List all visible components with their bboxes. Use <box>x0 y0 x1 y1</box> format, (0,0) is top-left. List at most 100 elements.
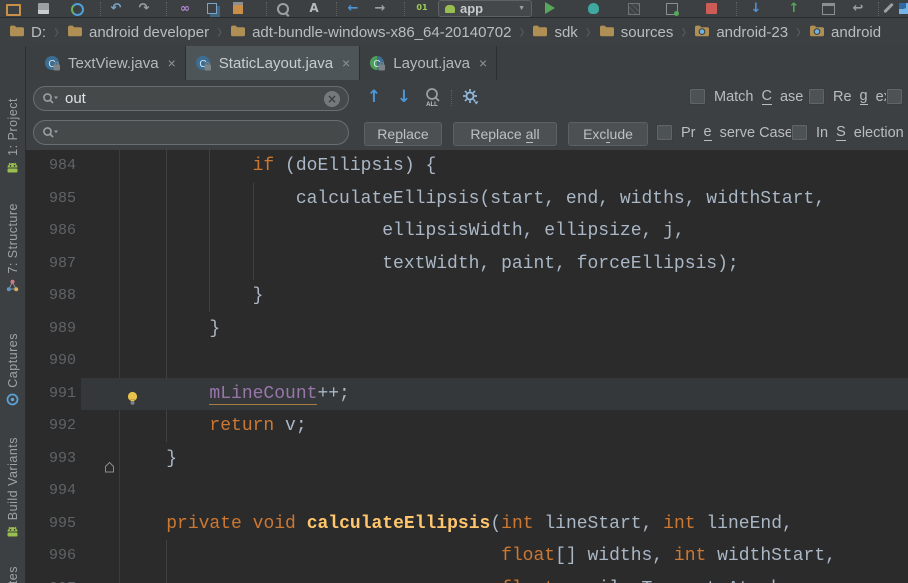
forward-icon[interactable]: → <box>372 1 388 16</box>
label-text: ll <box>533 126 540 142</box>
breadcrumb-separator-icon: › <box>54 19 59 43</box>
breadcrumb-item[interactable]: android <box>809 24 881 41</box>
preserve-case-checkbox[interactable]: Pr e serve Case <box>656 124 793 141</box>
line-number[interactable]: 986 <box>26 215 76 248</box>
settings-wrench-icon[interactable] <box>883 2 894 14</box>
regex-checkbox[interactable]: Re g ex <box>808 88 891 105</box>
line-number[interactable]: 985 <box>26 183 76 216</box>
search-field[interactable]: × <box>33 86 349 111</box>
label-text: election <box>853 124 904 141</box>
line-number[interactable]: 993 <box>26 443 76 476</box>
line-number[interactable]: 997 <box>26 573 76 583</box>
previous-occurrence-icon[interactable]: ↑ <box>364 85 384 110</box>
save-all-icon[interactable] <box>38 3 49 14</box>
tab-staticlayout-java[interactable]: C StaticLayout.java × <box>185 46 361 80</box>
find-replace-panel: × ↑ ↓ ALL ReplaceRepl <box>26 80 908 151</box>
line-number[interactable]: 995 <box>26 508 76 541</box>
restore-layout-icon[interactable]: ↩ <box>850 1 866 16</box>
fold-marker-icon[interactable] <box>103 453 116 486</box>
exclude-button[interactable]: Exclude <box>568 122 648 146</box>
checkbox-box[interactable] <box>791 124 808 141</box>
match-case-checkbox[interactable]: Match Case <box>689 88 803 105</box>
sidebar-item-1-project[interactable]: 1: Project <box>0 98 25 179</box>
find-all-icon[interactable]: ALL <box>423 87 443 117</box>
search-everywhere-icon[interactable] <box>277 3 289 15</box>
paste-icon[interactable] <box>233 5 243 14</box>
line-number[interactable]: 984 <box>26 150 76 183</box>
svg-text:ALL: ALL <box>426 102 438 108</box>
open-file-icon[interactable] <box>6 4 21 16</box>
breadcrumb-item[interactable]: D: <box>9 24 46 41</box>
checkbox-box[interactable] <box>656 124 673 141</box>
commit-icon[interactable]: ↑ <box>786 1 802 16</box>
copy-icon[interactable] <box>207 3 217 14</box>
tab-close-icon[interactable]: × <box>342 55 350 71</box>
sync-icon[interactable] <box>71 3 84 16</box>
in-selection-checkbox[interactable]: In Selection <box>791 124 904 141</box>
sidebar-item-favorites[interactable]: Favorites <box>0 566 25 583</box>
debug-icon[interactable] <box>588 3 599 14</box>
run-config-select[interactable]: app ▼ <box>438 0 532 17</box>
vcs-changes-icon[interactable]: 01 <box>414 1 430 16</box>
replace-all-button[interactable]: Replace all <box>453 122 557 146</box>
line-number[interactable]: 994 <box>26 475 76 508</box>
breadcrumb-item[interactable]: sources <box>599 24 673 41</box>
tab-close-icon[interactable]: × <box>479 55 487 71</box>
replace-search-icon <box>43 126 58 138</box>
line-number[interactable]: 990 <box>26 345 76 378</box>
breadcrumb-item[interactable]: android-23 <box>694 24 788 41</box>
line-number[interactable]: 991 <box>26 378 76 411</box>
replace-field[interactable] <box>33 120 349 145</box>
back-icon[interactable]: ← <box>345 1 361 16</box>
tab-textview-java[interactable]: C TextView.java × <box>35 46 186 80</box>
code-text: if (doEllipsis) { <box>252 156 437 176</box>
undo-icon[interactable]: ↶ <box>108 1 124 16</box>
code-editor[interactable]: 984 if (doEllipsis) {985 calculateEllips… <box>26 150 908 583</box>
breadcrumb-item[interactable]: sdk <box>532 24 578 41</box>
sidebar-item-build-variants[interactable]: Build Variants <box>0 437 25 543</box>
code-text: textWidth, paint, forceEllipsis); <box>382 253 739 274</box>
intention-bulb-icon[interactable] <box>126 386 139 419</box>
line-number[interactable]: 992 <box>26 410 76 443</box>
search-input[interactable] <box>59 90 324 107</box>
project-structure-icon[interactable] <box>899 3 908 14</box>
next-occurrence-icon[interactable]: ↓ <box>394 85 414 110</box>
line-number[interactable]: 996 <box>26 540 76 573</box>
font-search-icon[interactable]: A <box>306 1 322 16</box>
breadcrumb-item[interactable]: adt-bundle-windows-x86_64-20140702 <box>230 24 511 41</box>
checkbox-box[interactable] <box>808 88 825 105</box>
code-text: private void calculateEllipsis(int lineS… <box>166 513 793 534</box>
clear-search-icon[interactable]: × <box>324 90 340 107</box>
breadcrumb-item[interactable]: android developer <box>67 24 209 41</box>
checkbox-box[interactable] <box>689 88 706 105</box>
chevron-down-icon: ▼ <box>518 5 525 12</box>
tab-close-icon[interactable]: × <box>168 55 176 71</box>
source-folder-icon <box>694 24 710 41</box>
label-mnemonic: p <box>395 126 403 143</box>
line-number[interactable]: 989 <box>26 313 76 346</box>
profiler-icon[interactable] <box>666 3 679 16</box>
sidebar-item-7-structure[interactable]: 7: Structure <box>0 203 25 297</box>
checkbox-box[interactable] <box>886 88 903 105</box>
redo-icon[interactable]: ↷ <box>136 1 152 16</box>
line-number[interactable]: 988 <box>26 280 76 313</box>
sidebar-item-captures[interactable]: Captures <box>0 333 25 411</box>
breadcrumb-label: android developer <box>89 23 210 41</box>
find-icon[interactable]: ∞ <box>177 1 193 16</box>
tab-layout-java[interactable]: C Layout.java × <box>360 46 498 80</box>
replace-button[interactable]: Replace <box>364 122 442 146</box>
line-number[interactable]: 987 <box>26 248 76 281</box>
folder-icon <box>599 24 615 41</box>
tool-window-stripe: 1: Project 7: Structure Captures Build Vari… <box>0 46 26 583</box>
replace-input[interactable] <box>59 124 340 141</box>
breadcrumb: D: › android developer › adt-bundle-windows-… <box>0 18 908 47</box>
coverage-icon[interactable] <box>628 3 640 15</box>
stop-icon[interactable] <box>706 3 717 14</box>
code-line: 997 float avail, TruncateAt where, <box>26 573 908 583</box>
toolbar-separator <box>266 2 268 16</box>
tool-window-icon[interactable] <box>822 3 835 15</box>
run-icon[interactable] <box>545 2 555 14</box>
clipped-checkbox[interactable] <box>886 88 908 105</box>
gear-icon[interactable] <box>460 86 480 114</box>
update-project-icon[interactable]: ↓ <box>748 1 764 16</box>
